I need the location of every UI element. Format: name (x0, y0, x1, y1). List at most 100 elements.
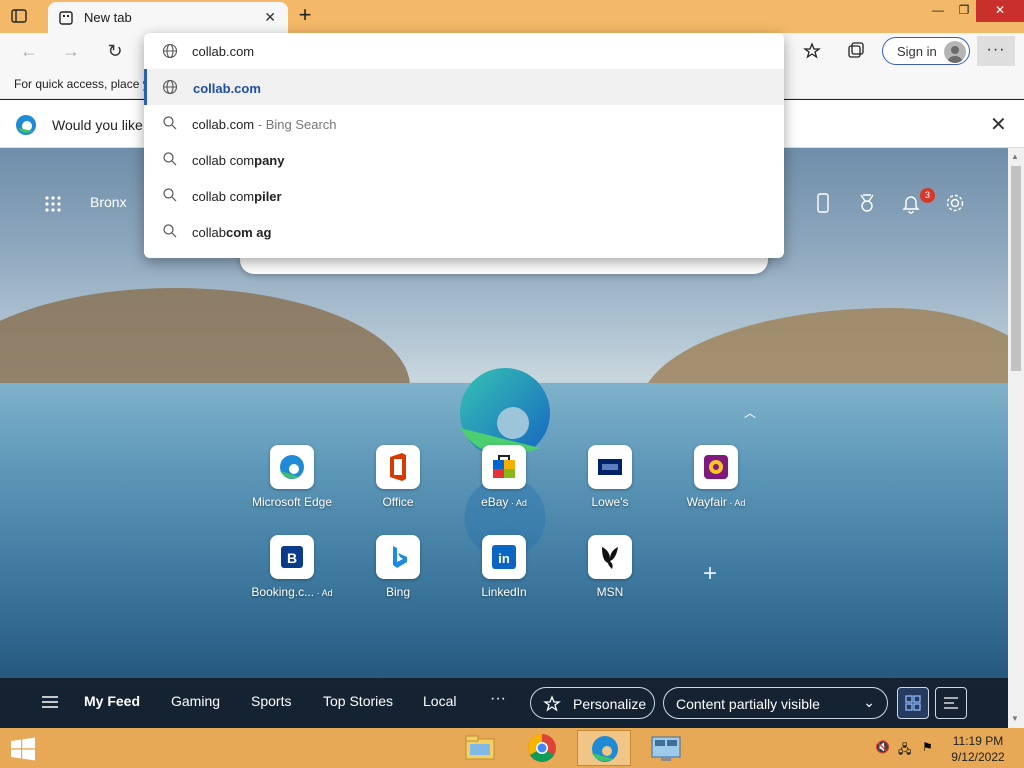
settings-more-button[interactable]: ··· (977, 36, 1015, 66)
tile-booking[interactable]: B Booking.c... · Ad (247, 535, 337, 605)
action-center-flag-icon[interactable]: ⚑ (922, 740, 938, 756)
chevron-down-icon: ⌄ (863, 694, 875, 710)
content-visibility-value: Content partially visible (676, 696, 820, 712)
tile-wayfair[interactable]: Wayfair · Ad (671, 445, 761, 515)
personalize-star-icon (543, 695, 561, 712)
notifications-bell-icon[interactable] (900, 192, 922, 214)
tile-label: Booking.c... (251, 585, 315, 599)
close-window-button[interactable]: ✕ (976, 0, 1024, 22)
scrollbar-thumb[interactable] (1011, 166, 1021, 371)
maximize-button[interactable]: ❐ (950, 0, 978, 22)
tab-my-feed[interactable]: My Feed (84, 693, 140, 709)
svg-text:B: B (287, 550, 297, 566)
info-bar-message: Would you like t (52, 117, 151, 133)
suggestion-url[interactable]: collab.com (144, 69, 784, 105)
personalize-button[interactable]: Personalize (530, 687, 655, 719)
tab-top-stories[interactable]: Top Stories (323, 693, 393, 709)
content-visibility-dropdown[interactable]: Content partially visible ⌄ (663, 687, 888, 719)
search-icon (163, 116, 177, 130)
linkedin-icon: in (492, 545, 516, 569)
tile-label: Bing (385, 585, 411, 599)
suggestion-text: collab.com (193, 81, 261, 96)
tab-new-tab[interactable]: New tab ✕ (48, 2, 288, 33)
suggestion-bing-search[interactable]: collab.com - Bing Search (144, 105, 784, 141)
address-input[interactable]: collab.com (144, 33, 784, 69)
back-button[interactable]: ← (18, 40, 40, 62)
minimize-button[interactable]: — (924, 0, 952, 22)
office-icon (390, 453, 406, 481)
network-icon[interactable]: 🖧 (898, 740, 914, 756)
scroll-up-arrow-icon[interactable]: ▲ (1011, 152, 1019, 161)
feed-navigation-bar: My Feed Gaming Sports Top Stories Local … (0, 678, 1008, 728)
page-settings-gear-icon[interactable] (944, 192, 966, 214)
new-tab-page-icon (59, 11, 73, 25)
suggestion-text: collab.com (192, 117, 255, 132)
chevron-up-icon[interactable]: ︿ (744, 404, 756, 421)
tab-local[interactable]: Local (423, 693, 456, 709)
suggestion-text: collab com (192, 153, 255, 168)
tile-lowes[interactable]: Lowe's (565, 445, 655, 515)
background-hill-left (0, 288, 410, 398)
windows-start-icon[interactable] (10, 737, 36, 761)
rewards-icon[interactable] (856, 192, 878, 214)
control-panel-button[interactable] (639, 730, 693, 766)
new-tab-button[interactable]: + (294, 4, 316, 26)
add-shortcut-button[interactable]: + (703, 560, 717, 588)
search-icon (163, 224, 177, 238)
suggestion-collab-compiler[interactable]: collab compiler (144, 177, 784, 213)
edge-taskbar-button[interactable] (577, 730, 631, 766)
search-icon (163, 152, 177, 166)
tile-office[interactable]: Office (353, 445, 443, 515)
globe-icon (162, 79, 178, 95)
more-tabs-button[interactable]: ··· (490, 690, 506, 708)
address-value: collab.com (192, 44, 255, 59)
refresh-button[interactable]: ↻ (104, 40, 126, 62)
app-launcher-icon[interactable] (44, 195, 62, 213)
title-bar: New tab ✕ + — ❐ ✕ (0, 0, 1024, 33)
suggestion-collabcom-ag[interactable]: collabcom ag (144, 213, 784, 249)
scroll-down-arrow-icon[interactable]: ▼ (1011, 714, 1019, 723)
edge-logo-icon (16, 115, 36, 135)
volume-muted-icon[interactable]: 🔇 (875, 740, 891, 756)
tile-microsoft-edge[interactable]: Microsoft Edge (247, 445, 337, 515)
mobile-phone-icon[interactable] (812, 192, 834, 214)
tab-title: New tab (84, 10, 132, 25)
list-view-button[interactable] (935, 687, 967, 719)
tab-close-icon[interactable]: ✕ (264, 9, 276, 26)
forward-button[interactable]: → (60, 40, 82, 62)
hamburger-menu-icon[interactable] (40, 692, 60, 712)
tile-label: Lowe's (591, 495, 629, 509)
favorites-bar-hint: For quick access, place y (14, 77, 149, 91)
tile-msn[interactable]: MSN (565, 535, 655, 605)
sign-in-button[interactable]: Sign in (882, 37, 970, 65)
page-scrollbar[interactable]: ▲ ▼ (1008, 148, 1024, 728)
grid-view-button[interactable] (897, 687, 929, 719)
info-bar-close-icon[interactable]: ✕ (990, 112, 1007, 137)
suggestion-text: collab com (192, 189, 255, 204)
edge-taskbar-icon (592, 736, 618, 762)
clock-time[interactable]: 11:19 PM (946, 734, 1010, 748)
favorites-star-icon[interactable] (803, 42, 821, 60)
chrome-icon (528, 734, 556, 762)
clock-date[interactable]: 9/12/2022 (946, 750, 1010, 764)
tile-label: eBay (481, 495, 509, 509)
tile-ebay[interactable]: eBay · Ad (459, 445, 549, 515)
edge-icon (280, 455, 304, 479)
weather-location[interactable]: Bronx (90, 194, 127, 210)
file-explorer-icon (465, 735, 495, 760)
tab-gaming[interactable]: Gaming (171, 693, 220, 709)
file-explorer-button[interactable] (453, 730, 507, 766)
tile-linkedin[interactable]: in LinkedIn (459, 535, 549, 605)
tile-bing[interactable]: Bing (353, 535, 443, 605)
tile-label: LinkedIn (481, 585, 527, 599)
control-panel-icon (651, 736, 681, 761)
tile-label: MSN (596, 585, 624, 599)
tile-label: Microsoft Edge (251, 495, 333, 509)
sidebar-toggle-icon[interactable] (11, 8, 27, 24)
globe-icon (162, 43, 178, 59)
notification-count-badge: 3 (920, 188, 935, 203)
tab-sports[interactable]: Sports (251, 693, 291, 709)
chrome-button[interactable] (515, 730, 569, 766)
suggestion-collab-company[interactable]: collab company (144, 141, 784, 177)
collections-icon[interactable] (847, 42, 865, 60)
